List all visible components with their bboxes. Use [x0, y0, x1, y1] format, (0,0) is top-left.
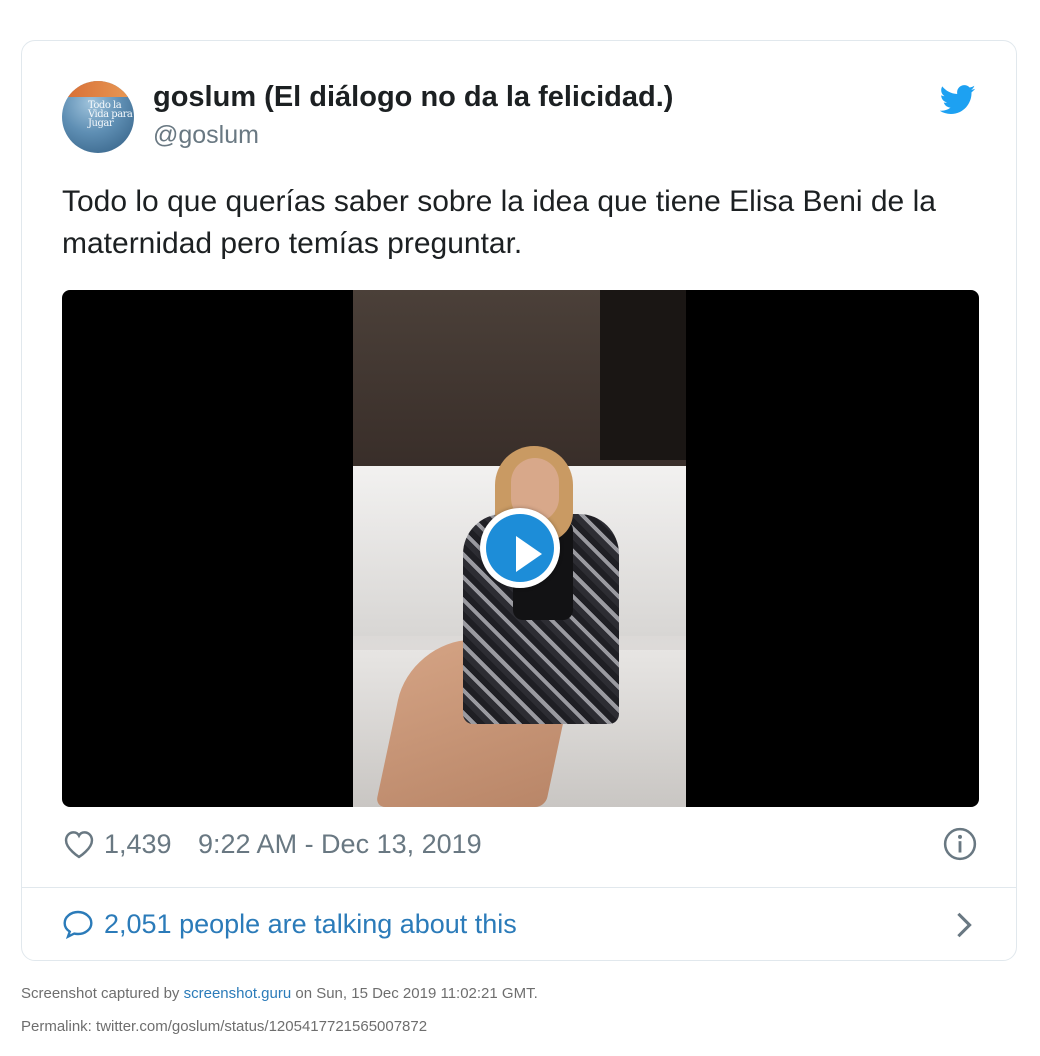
talking-about-link[interactable]: 2,051 people are talking about this — [62, 905, 982, 945]
speech-bubble-icon — [63, 910, 93, 939]
like-count[interactable]: 1,439 — [104, 829, 172, 860]
permalink: Permalink: twitter.com/goslum/status/120… — [21, 1018, 428, 1035]
tweet-meta: 1,439 9:22 AM - Dec 13, 2019 — [62, 827, 982, 863]
screenshot-guru-link[interactable]: screenshot.guru — [184, 985, 292, 1002]
talking-text[interactable]: 2,051 people are talking about this — [104, 909, 517, 940]
capture-prefix: Screenshot captured by — [21, 985, 184, 1002]
play-button[interactable] — [480, 508, 560, 588]
info-icon[interactable] — [943, 827, 977, 861]
play-button-circle — [486, 514, 554, 582]
divider — [22, 887, 1016, 888]
tweet-card: Todo la Vida para Jugar goslum (El diálo… — [21, 40, 1017, 961]
avatar-text: Todo la Vida para Jugar — [88, 100, 133, 129]
avatar[interactable]: Todo la Vida para Jugar — [62, 81, 134, 153]
video-background — [600, 290, 686, 460]
play-icon — [516, 536, 542, 572]
avatar-banner — [62, 81, 134, 97]
author-handle[interactable]: @goslum — [153, 121, 259, 150]
twitter-bird-icon[interactable] — [940, 85, 976, 115]
capture-note: Screenshot captured by screenshot.guru o… — [21, 985, 538, 1002]
author-name[interactable]: goslum (El diálogo no da la felicidad.) — [153, 81, 673, 114]
chevron-right-icon[interactable] — [954, 911, 974, 939]
capture-suffix: on Sun, 15 Dec 2019 11:02:21 GMT. — [291, 985, 538, 1002]
heart-icon[interactable] — [62, 829, 96, 859]
tweet-timestamp[interactable]: 9:22 AM - Dec 13, 2019 — [198, 829, 482, 860]
video-player[interactable] — [62, 290, 979, 807]
tweet-text: Todo lo que querías saber sobre la idea … — [62, 185, 936, 260]
